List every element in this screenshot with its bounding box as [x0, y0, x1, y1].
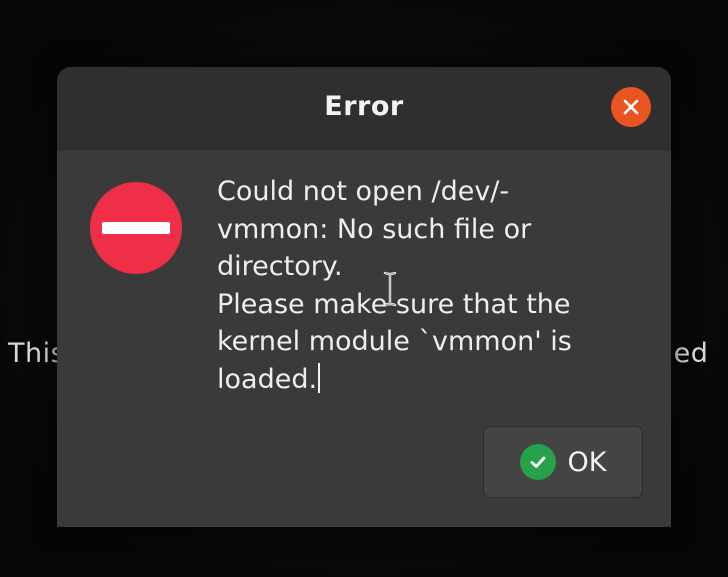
error-stop-icon — [90, 182, 182, 274]
ok-button[interactable]: OK — [483, 426, 643, 498]
ok-button-label: OK — [567, 446, 607, 478]
close-button[interactable] — [611, 87, 651, 127]
text-cursor-icon — [383, 271, 397, 307]
close-icon — [623, 99, 639, 115]
dialog-title: Error — [324, 91, 404, 122]
desktop-background: This ded Error Could not open /dev/- vmm… — [0, 0, 728, 577]
error-message: Could not open /dev/- vmmon: No such fil… — [217, 173, 637, 398]
text-caret — [318, 362, 321, 393]
error-dialog: Error Could not open /dev/- vmmon: No su… — [57, 67, 671, 527]
checkmark-icon — [519, 444, 556, 480]
dialog-titlebar[interactable]: Error — [57, 67, 671, 150]
